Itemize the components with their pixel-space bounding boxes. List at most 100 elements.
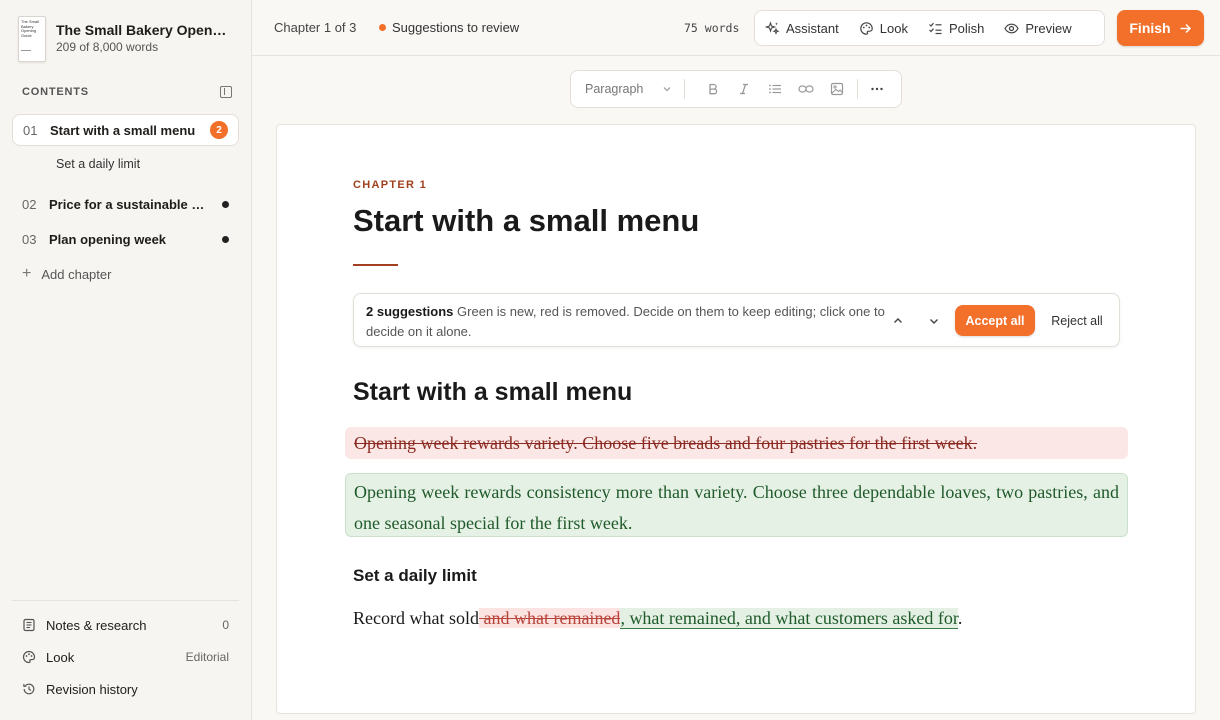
chapter-label: Plan opening week [49, 231, 167, 247]
image-icon [831, 82, 844, 96]
tool-group: Assistant Look Polish Preview [754, 10, 1105, 46]
accept-all-button[interactable]: Accept all [955, 305, 1035, 336]
eye-icon [1004, 23, 1020, 33]
chapter-word-count: 75 words [684, 21, 740, 35]
book-cover-thumbnail: The Small Bakery Opening Guide [18, 16, 46, 62]
sidebar-collapse-icon[interactable] [220, 86, 232, 98]
block-type-select[interactable]: Paragraph [585, 82, 672, 96]
status-text: Suggestions to review [392, 20, 520, 35]
paragraph-text: Record what sold [353, 608, 479, 628]
chapter-number: 02 [22, 196, 37, 212]
tool-label: Assistant [786, 20, 839, 36]
chevron-down-icon [664, 87, 671, 92]
footer-label: Notes & research [46, 617, 147, 633]
inline-deletion-suggestion[interactable]: and what remained [478, 608, 621, 628]
look-button[interactable]: Look [859, 21, 908, 36]
footer-label: Revision history [46, 681, 138, 697]
assistant-button[interactable]: Assistant [765, 21, 839, 36]
tool-label: Preview [1025, 20, 1072, 36]
chapter-label: Price for a sustainable week [49, 196, 214, 212]
book-title: The Small Bakery Opening Guide [56, 22, 228, 38]
sidebar-chapter-2[interactable]: 02 Price for a sustainable week [12, 188, 239, 220]
chapter-label: Start with a small menu [50, 122, 196, 138]
chapter-number: 03 [22, 231, 37, 247]
plus-icon: + [22, 265, 32, 282]
italic-button[interactable] [729, 82, 760, 96]
deleted-paragraph-suggestion[interactable]: Opening week rewards variety. Choose fiv… [345, 427, 1128, 459]
sidebar-footer: Notes & research 0 Look Editorial Revisi… [12, 600, 239, 705]
look-link[interactable]: Look Editorial [12, 641, 239, 673]
suggestions-count: 2 suggestions [366, 304, 454, 319]
add-chapter-button[interactable]: + Add chapter [22, 266, 111, 282]
format-toolbar: Paragraph [570, 70, 902, 108]
more-horizontal-icon [871, 87, 884, 91]
next-suggestion-button[interactable] [924, 311, 944, 331]
suggestions-message: 2 suggestions Green is new, red is remov… [366, 302, 886, 342]
unsaved-dot [222, 200, 229, 208]
finish-label: Finish [1129, 20, 1171, 36]
checklist-icon [929, 22, 942, 34]
history-icon [23, 683, 35, 695]
bold-icon [709, 83, 718, 95]
polish-button[interactable]: Polish [928, 21, 984, 36]
cover-rule [21, 50, 31, 52]
link-icon [798, 85, 814, 93]
tool-label: Polish [948, 20, 985, 36]
chevron-down-icon [930, 319, 938, 324]
notes-count: 0 [222, 618, 229, 632]
look-value: Editorial [185, 650, 229, 664]
link-button[interactable] [791, 82, 822, 96]
section-heading[interactable]: Start with a small menu [353, 378, 632, 407]
subsection-heading[interactable]: Set a daily limit [353, 566, 477, 586]
sidebar-chapter-1[interactable]: 01 Start with a small menu 2 [12, 114, 239, 146]
unsaved-dot [222, 235, 229, 243]
bullet-list-button[interactable] [760, 82, 791, 96]
notes-research-link[interactable]: Notes & research 0 [12, 609, 239, 641]
more-button[interactable] [862, 82, 893, 96]
paragraph-text: . [957, 608, 963, 628]
previous-suggestion-button[interactable] [888, 311, 908, 331]
reject-all-button[interactable]: Reject all [1044, 305, 1110, 336]
chapter-title[interactable]: Start with a small menu [353, 203, 699, 239]
sparkles-icon [765, 20, 780, 35]
palette-icon [859, 21, 873, 35]
image-button[interactable] [822, 82, 853, 96]
book-header[interactable]: The Small Bakery Opening Guide The Small… [18, 16, 228, 62]
top-bar: Chapter 1 of 3 Suggestions to review 75 … [252, 0, 1220, 56]
footer-label: Look [46, 649, 75, 665]
tool-label: Look [879, 20, 908, 36]
block-type-value: Paragraph [585, 82, 644, 96]
suggestions-bar: 2 suggestions Green is new, red is remov… [353, 293, 1120, 347]
finish-button[interactable]: Finish [1117, 10, 1204, 46]
toolbar-divider [684, 79, 686, 99]
suggestion-count-badge: 2 [210, 121, 228, 139]
arrow-right-icon [1180, 23, 1191, 33]
italic-icon [740, 83, 749, 95]
review-status: Suggestions to review [379, 20, 519, 35]
revision-history-link[interactable]: Revision history [12, 673, 239, 705]
inserted-paragraph-suggestion[interactable]: Opening week rewards consistency more th… [345, 473, 1128, 537]
editor-page[interactable]: CHAPTER 1 Start with a small menu 2 sugg… [276, 124, 1196, 714]
sidebar-chapter-3[interactable]: 03 Plan opening week [12, 223, 239, 255]
chapter-kicker: CHAPTER 1 [353, 179, 428, 191]
sidebar: The Small Bakery Opening Guide The Small… [0, 0, 252, 720]
body-paragraph[interactable]: Record what sold and what remained, what… [353, 605, 962, 631]
bold-button[interactable] [697, 82, 728, 96]
notes-icon [23, 618, 35, 632]
palette-icon [22, 650, 36, 664]
toolbar-divider [856, 79, 858, 99]
sidebar-subsection[interactable]: Set a daily limit [56, 157, 140, 171]
chapter-number: 01 [23, 122, 38, 138]
chevron-up-icon [894, 318, 902, 323]
list-icon [769, 84, 782, 94]
status-dot [379, 24, 386, 31]
add-chapter-label: Add chapter [41, 266, 112, 282]
book-word-count: 209 of 8,000 words [56, 40, 159, 54]
contents-header: CONTENTS [22, 86, 232, 98]
preview-button[interactable]: Preview [1004, 20, 1072, 36]
cover-line: Guide [21, 32, 32, 38]
title-rule [353, 264, 398, 266]
inline-insertion-suggestion[interactable]: , what remained, and what customers aske… [620, 608, 958, 629]
contents-label: CONTENTS [22, 86, 89, 98]
chapter-position: Chapter 1 of 3 [274, 20, 357, 35]
